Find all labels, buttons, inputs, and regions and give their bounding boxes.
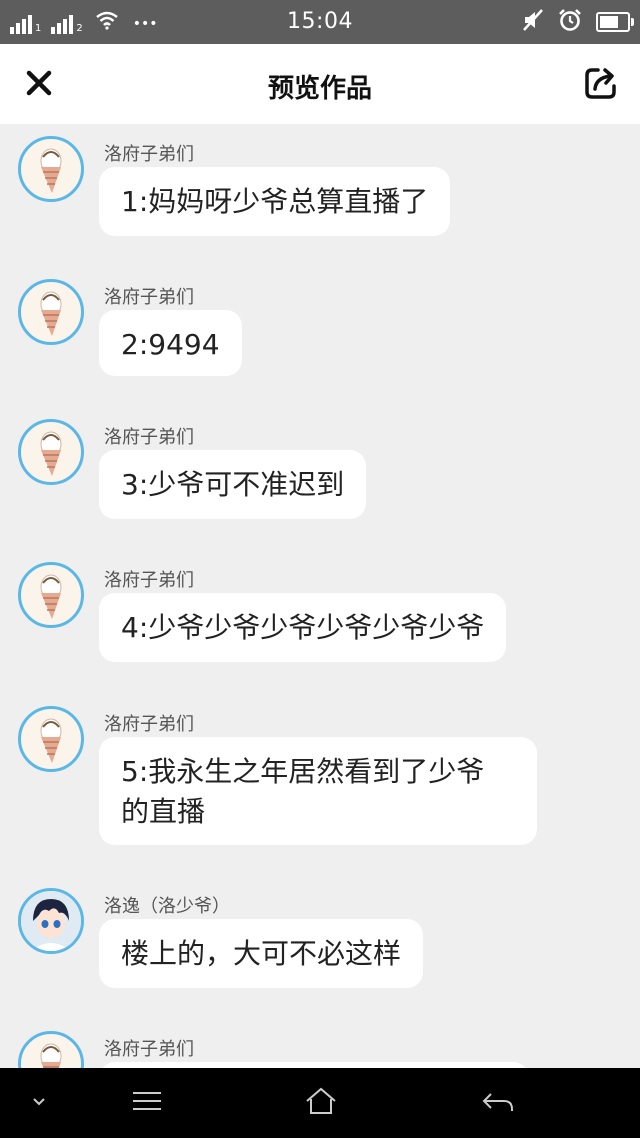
sender-name: 洛府子弟们 <box>104 427 194 448</box>
ice-cream-avatar[interactable] <box>18 136 84 202</box>
system-nav-bar <box>0 1068 640 1138</box>
ice-cream-avatar[interactable] <box>18 706 84 772</box>
ice-cream-avatar-image <box>40 148 62 193</box>
message-bubble[interactable]: 1:妈妈呀少爷总算直播了 <box>99 167 451 236</box>
message-text: 楼上的，大可不必这样 <box>121 937 402 970</box>
sender-name: 洛逸（洛少爷） <box>104 896 230 917</box>
page-title: 预览作品 <box>267 74 372 104</box>
message-text: 2:9494 <box>121 328 220 361</box>
top-navbar: 预览作品 <box>0 44 640 124</box>
message-bubble[interactable]: 4:少爷少爷少爷少爷少爷少爷 <box>99 593 507 662</box>
message-text: 3:少爷可不准迟到 <box>121 468 345 501</box>
ice-cream-avatar-image <box>40 1043 62 1068</box>
message-bubble[interactable]: 3:少爷可不准迟到 <box>99 450 367 519</box>
anime-boy-avatar-image <box>21 891 81 951</box>
battery-icon <box>596 12 634 32</box>
ice-cream-avatar-image <box>40 431 62 476</box>
message-list[interactable]: 洛府子弟们 1:妈妈呀少爷总算直播了 洛府子弟们 2:9494 洛府子弟们 3:… <box>0 124 640 1068</box>
ice-cream-avatar-image <box>40 718 62 763</box>
message-text: 1:妈妈呀少爷总算直播了 <box>121 185 429 218</box>
sender-name: 洛府子弟们 <box>104 714 194 735</box>
menu-button[interactable] <box>130 1088 164 1118</box>
status-right-icons <box>522 8 634 36</box>
sender-name: 洛府子弟们 <box>104 570 194 591</box>
home-button[interactable] <box>304 1086 338 1120</box>
alarm-icon <box>558 8 582 36</box>
sender-name: 洛府子弟们 <box>104 287 194 308</box>
message-text: 4:少爷少爷少爷少爷少爷少爷 <box>121 611 485 644</box>
message-text-line: 的直播 <box>121 795 206 828</box>
chevron-down-icon <box>33 1098 45 1106</box>
status-bar: 1 2 ••• 15:04 <box>0 0 640 44</box>
ice-cream-avatar-image <box>40 574 62 619</box>
ice-cream-avatar[interactable] <box>18 1031 84 1068</box>
anime-boy-avatar[interactable] <box>18 888 84 954</box>
sender-name: 洛府子弟们 <box>104 144 194 165</box>
menu-icon <box>133 1092 161 1110</box>
message-text-line: 5:我永生之年居然看到了少爷 <box>121 755 485 788</box>
ice-cream-avatar-image <box>40 291 62 336</box>
chevron-down-button[interactable] <box>28 1092 50 1116</box>
back-button[interactable] <box>480 1088 516 1120</box>
message-bubble[interactable]: 2:9494 <box>99 310 242 376</box>
message-bubble[interactable]: 5:我永生之年居然看到了少爷 的直播 <box>99 737 537 845</box>
home-icon <box>306 1087 336 1114</box>
ice-cream-avatar[interactable] <box>18 279 84 345</box>
mute-icon <box>522 8 544 36</box>
share-icon <box>585 68 616 99</box>
share-button[interactable] <box>582 64 620 102</box>
back-icon <box>482 1093 513 1111</box>
ice-cream-avatar[interactable] <box>18 419 84 485</box>
message-bubble[interactable]: 楼上的，大可不必这样 <box>99 919 424 988</box>
ice-cream-avatar[interactable] <box>18 562 84 628</box>
sender-name: 洛府子弟们 <box>104 1039 194 1060</box>
